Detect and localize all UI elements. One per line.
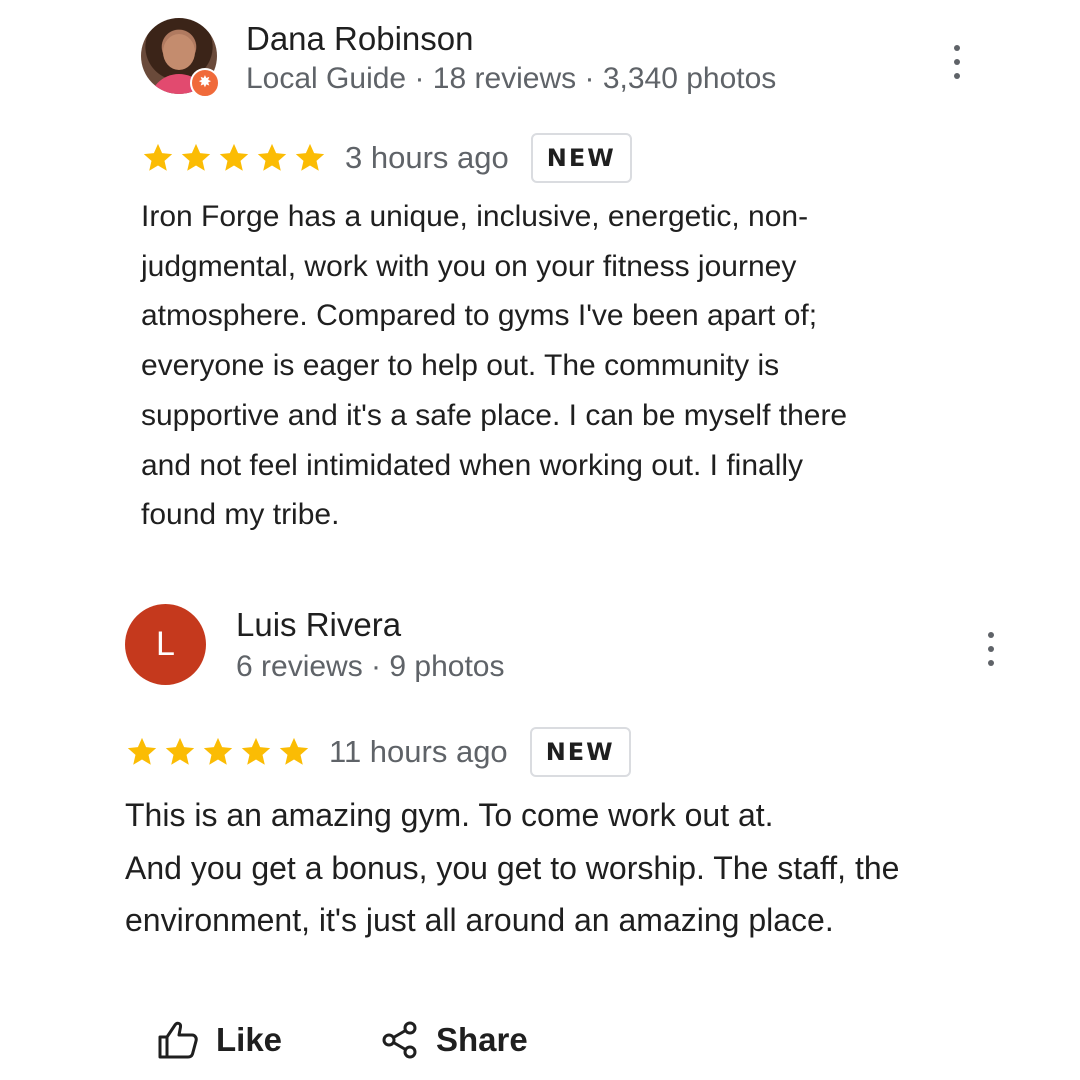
reviewer-meta: 6 reviews · 9 photos [236, 650, 505, 683]
share-button[interactable]: Share [380, 1020, 528, 1060]
new-badge: NEW [529, 727, 631, 777]
review-time: 11 hours ago [329, 734, 508, 769]
reviewer-avatar[interactable]: L [125, 604, 206, 685]
star-icon [181, 143, 211, 171]
star-icon [165, 737, 195, 765]
review-text: This is an amazing gym. To come work out… [125, 797, 900, 938]
new-badge: NEW [530, 133, 632, 183]
local-guide-badge-icon: ✸ [190, 68, 220, 98]
star-icon [295, 143, 325, 171]
share-label: Share [436, 1021, 528, 1058]
review-text: Iron Forge has a unique, inclusive, ener… [141, 200, 848, 532]
star-icon [143, 143, 173, 171]
more-vert-icon[interactable] [951, 45, 963, 79]
star-icon [203, 737, 233, 765]
rating-row: 11 hours ago NEW [125, 727, 631, 777]
reviewer-meta: Local Guide · 18 reviews · 3,340 photos [246, 62, 777, 95]
star-icon [279, 737, 309, 765]
star-icon [257, 143, 287, 171]
review-time: 3 hours ago [345, 140, 509, 175]
reviews-page: ✸ Dana Robinson Local Guide · 18 reviews… [0, 0, 1080, 1080]
star-rating [141, 141, 327, 175]
star-icon [241, 737, 271, 765]
thumb-up-icon [158, 1021, 198, 1059]
reviewer-name[interactable]: Luis Rivera [236, 606, 401, 644]
rating-row: 3 hours ago NEW [141, 133, 632, 183]
avatar-face [163, 34, 195, 70]
star-icon [127, 737, 157, 765]
share-icon [382, 1021, 417, 1059]
like-button[interactable]: Like [156, 1020, 282, 1060]
star-rating [125, 735, 311, 769]
reviewer-name[interactable]: Dana Robinson [246, 20, 474, 58]
star-icon [219, 143, 249, 171]
more-vert-icon[interactable] [985, 632, 997, 666]
review-actions: Like Share [0, 1010, 1080, 1070]
like-label: Like [216, 1021, 283, 1058]
